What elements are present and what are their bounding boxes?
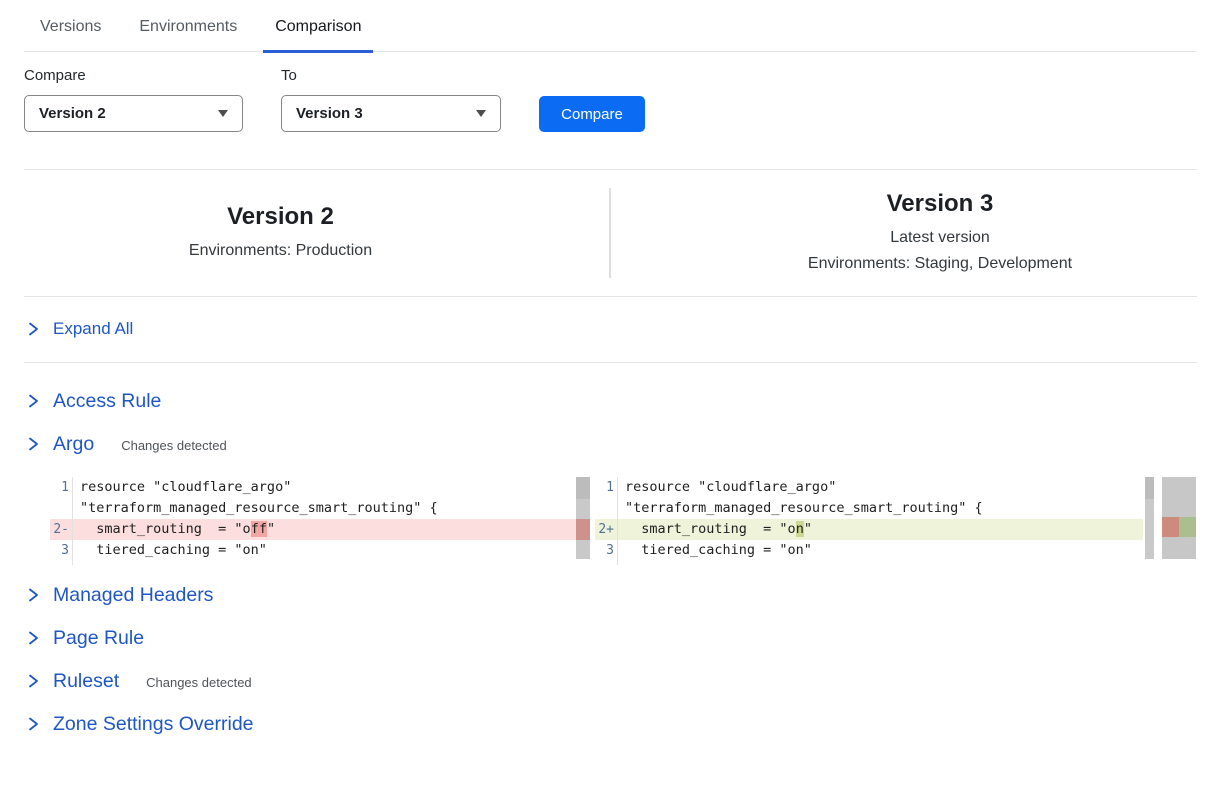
line-number: 3 <box>595 540 618 561</box>
code-token: smart_routing = "o <box>625 521 796 537</box>
code-token: smart_routing = "o <box>80 521 251 537</box>
section-label: Page Rule <box>53 627 144 650</box>
section-label: Argo <box>53 433 94 456</box>
code-token: " <box>804 521 812 537</box>
caret-down-icon <box>218 110 228 117</box>
scrollbar-thumb[interactable] <box>576 477 590 499</box>
code-line-added: 2+ smart_routing = "on" <box>595 519 1143 540</box>
chevron-right-icon <box>27 716 40 732</box>
code-line-wrap: "terraform_managed_resource_smart_routin… <box>50 498 576 519</box>
code-text: tiered_caching = "on" <box>73 540 267 561</box>
line-number: 2- <box>50 519 73 540</box>
added-token: n <box>796 521 804 537</box>
code-line-removed: 2- smart_routing = "off" <box>50 519 576 540</box>
removed-token: ff <box>251 521 267 537</box>
compare-to-value: Version 3 <box>296 105 363 122</box>
section-ruleset[interactable]: Ruleset Changes detected <box>24 669 1197 693</box>
code-text: } <box>73 561 88 565</box>
version-left-environments: Environments: Production <box>24 238 537 264</box>
line-number <box>50 498 73 519</box>
argo-diff-view: 1 resource "cloudflare_argo" "terraform_… <box>50 477 1197 565</box>
minimap-removed-marker <box>1162 517 1179 537</box>
version-left-summary: Version 2 Environments: Production <box>24 203 537 264</box>
code-line: 1 resource "cloudflare_argo" <box>595 477 1143 498</box>
vertical-divider <box>609 188 611 278</box>
version-right-environments: Environments: Staging, Development <box>683 251 1197 277</box>
line-number: 4 <box>595 561 618 565</box>
version-comparison-header: Version 2 Environments: Production Versi… <box>24 169 1197 297</box>
section-label: Ruleset <box>53 670 119 693</box>
tab-environments[interactable]: Environments <box>127 18 249 51</box>
chevron-right-icon <box>27 630 40 646</box>
section-access-rule[interactable]: Access Rule <box>24 389 1197 413</box>
tab-versions[interactable]: Versions <box>28 18 113 51</box>
chevron-right-icon <box>27 587 40 603</box>
compare-to-label: To <box>281 67 501 84</box>
resource-sections: Access Rule Argo Changes detected 1 reso… <box>24 389 1197 736</box>
code-text: "terraform_managed_resource_smart_routin… <box>618 498 983 519</box>
scrollbar-right[interactable] <box>1145 477 1154 559</box>
code-line-wrap: "terraform_managed_resource_smart_routin… <box>595 498 1143 519</box>
minimap-added-marker <box>1179 517 1196 537</box>
changes-detected-badge: Changes detected <box>146 672 252 690</box>
line-number: 2+ <box>595 519 618 540</box>
code-text: "terraform_managed_resource_smart_routin… <box>73 498 438 519</box>
chevron-right-icon <box>27 321 40 337</box>
version-right-summary: Version 3 Latest version Environments: S… <box>683 190 1197 276</box>
code-text: smart_routing = "off" <box>73 519 275 540</box>
compare-from-field: Compare Version 2 <box>24 67 243 132</box>
code-text: tiered_caching = "on" <box>618 540 812 561</box>
line-number: 1 <box>50 477 73 498</box>
code-line: 3 tiered_caching = "on" <box>595 540 1143 561</box>
code-text: resource "cloudflare_argo" <box>73 477 291 498</box>
version-right-title: Version 3 <box>683 190 1197 218</box>
expand-all-toggle[interactable]: Expand All <box>24 297 1197 363</box>
expand-all-label: Expand All <box>53 319 133 339</box>
version-left-title: Version 2 <box>24 203 537 231</box>
diff-minimap[interactable] <box>1162 477 1196 559</box>
line-number <box>595 498 618 519</box>
section-label: Managed Headers <box>53 584 213 607</box>
compare-to-field: To Version 3 <box>281 67 501 132</box>
removed-change-marker <box>576 519 590 540</box>
line-number: 4 <box>50 561 73 565</box>
code-line: 1 resource "cloudflare_argo" <box>50 477 576 498</box>
code-line: 3 tiered_caching = "on" <box>50 540 576 561</box>
tab-comparison[interactable]: Comparison <box>263 18 373 51</box>
section-label: Access Rule <box>53 390 161 413</box>
changes-detected-badge: Changes detected <box>121 435 227 453</box>
compare-from-label: Compare <box>24 67 243 84</box>
code-text: smart_routing = "on" <box>618 519 812 540</box>
line-number: 3 <box>50 540 73 561</box>
diff-pane-right[interactable]: 1 resource "cloudflare_argo" "terraform_… <box>595 477 1196 565</box>
chevron-right-icon <box>27 436 40 452</box>
code-line: 4 } <box>595 561 1143 565</box>
code-text: resource "cloudflare_argo" <box>618 477 836 498</box>
scrollbar-thumb[interactable] <box>1145 477 1154 499</box>
caret-down-icon <box>476 110 486 117</box>
compare-from-value: Version 2 <box>39 105 106 122</box>
chevron-right-icon <box>27 393 40 409</box>
section-page-rule[interactable]: Page Rule <box>24 626 1197 650</box>
section-argo[interactable]: Argo Changes detected <box>24 432 1197 456</box>
diff-pane-left[interactable]: 1 resource "cloudflare_argo" "terraform_… <box>50 477 590 565</box>
code-text: } <box>618 561 633 565</box>
tab-bar: Versions Environments Comparison <box>24 0 1197 52</box>
comparison-page: Versions Environments Comparison Compare… <box>0 0 1224 736</box>
chevron-right-icon <box>27 673 40 689</box>
version-right-subtitle: Latest version <box>683 225 1197 251</box>
compare-form: Compare Version 2 To Version 3 Compare <box>24 67 1197 132</box>
code-token: " <box>267 521 275 537</box>
section-managed-headers[interactable]: Managed Headers <box>24 583 1197 607</box>
scrollbar-left[interactable] <box>576 477 590 559</box>
compare-button[interactable]: Compare <box>539 96 645 132</box>
code-line: 4 } <box>50 561 576 565</box>
section-zone-settings-override[interactable]: Zone Settings Override <box>24 712 1197 736</box>
line-number: 1 <box>595 477 618 498</box>
compare-from-select[interactable]: Version 2 <box>24 95 243 132</box>
section-label: Zone Settings Override <box>53 713 254 736</box>
compare-to-select[interactable]: Version 3 <box>281 95 501 132</box>
